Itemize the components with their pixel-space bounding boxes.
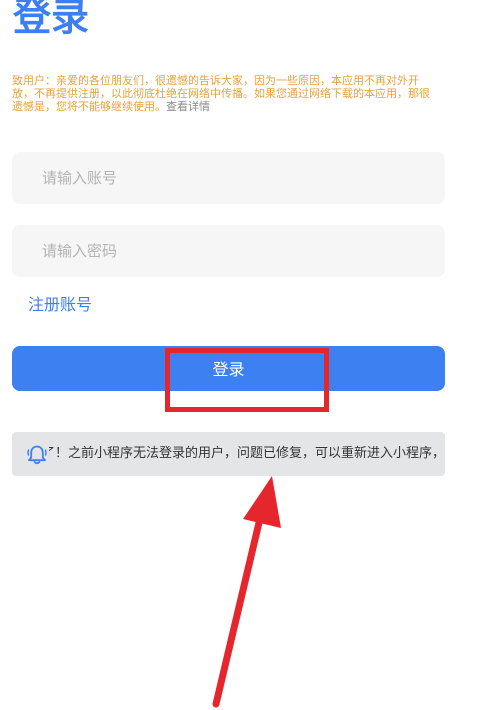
announcement-text: 了！之前小程序无法登录的用户，问题已修复，可以重新进入小程序，绑定 (42, 446, 445, 461)
view-details-link[interactable]: 查看详情 (166, 100, 210, 113)
announcement-bar[interactable]: 了！之前小程序无法登录的用户，问题已修复，可以重新进入小程序，绑定 (12, 432, 445, 476)
password-input[interactable] (12, 225, 445, 277)
login-button[interactable]: 登录 (12, 346, 445, 391)
bell-icon (25, 443, 49, 467)
page-title: 登录 (13, 0, 90, 39)
account-field[interactable] (12, 152, 445, 204)
password-field[interactable] (12, 225, 445, 277)
login-button-label: 登录 (212, 359, 245, 379)
register-link[interactable]: 注册账号 (28, 291, 92, 315)
account-input[interactable] (12, 152, 445, 204)
notice-body: 致用户：亲爱的各位朋友们，很遗憾的告诉大家，因为一些原因，本应用不再对外开放，不… (12, 74, 430, 113)
notice-text: 致用户：亲爱的各位朋友们，很遗憾的告诉大家，因为一些原因，本应用不再对外开放，不… (12, 74, 437, 113)
